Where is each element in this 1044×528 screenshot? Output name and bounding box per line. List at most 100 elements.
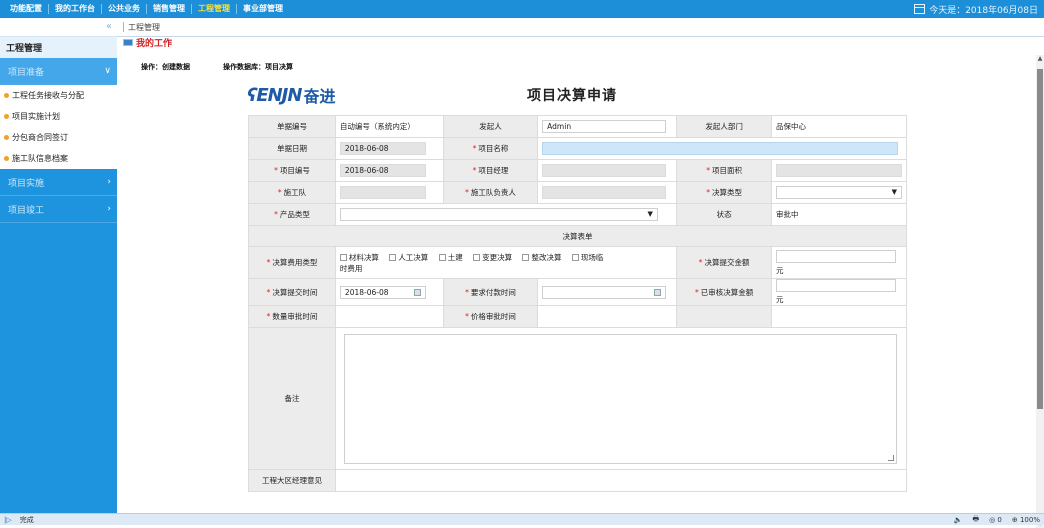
checkbox-onsite[interactable]: 现场临 (571, 252, 603, 263)
sidebar-item-label: 项目实施计划 (12, 112, 60, 121)
doc-date-field: 2018-06-08 (339, 142, 426, 155)
label-project-manager: * 项目经理 (442, 159, 539, 182)
status-bar: |▷ 完成 🔈 🖶 ◎ 0 ⊕ 100% (0, 513, 1044, 525)
submit-time-field[interactable]: 2018-06-08 (339, 285, 426, 299)
dropdown-arrow-icon: ▼ (647, 210, 653, 218)
project-name-field[interactable] (542, 142, 899, 155)
label-initiator-dept: 发起人部门 (676, 115, 772, 138)
project-area-field[interactable] (776, 164, 902, 177)
value-empty (771, 305, 907, 328)
checkbox-icon (438, 253, 446, 261)
scroll-up-icon[interactable]: ▲ (1036, 55, 1044, 63)
value-initiator-dept: 品保中心 (771, 115, 907, 138)
nav-item-sales[interactable]: 销售管理 (147, 4, 192, 14)
page-status-icon: |▷ (4, 515, 12, 524)
checkbox-icon (571, 253, 579, 261)
nav-item-public[interactable]: 公共业务 (102, 4, 147, 14)
vertical-scrollbar[interactable]: ▲ ▼ (1036, 55, 1044, 528)
label-submit-time: * 决算提交时间 (248, 278, 336, 306)
print-icon[interactable]: 🖶 (972, 515, 979, 526)
bullet-icon (4, 135, 9, 140)
date-display: 今天是：2018年06月08日 (914, 0, 1038, 18)
collapse-sidebar-icon[interactable]: « (0, 18, 117, 37)
payment-time-field[interactable] (542, 285, 667, 299)
sidebar-item-team-archive[interactable]: 施工队信息档案 (0, 148, 117, 169)
sidebar-item-task-assign[interactable]: 工程任务接收与分配 (0, 85, 117, 106)
top-nav: 功能配置 我的工作台 公共业务 销售管理 工程管理 事业部管理 (0, 0, 289, 18)
checkbox-wrap-text: 时费用 (339, 263, 363, 273)
my-work-header: 我的工作 (123, 36, 172, 49)
label-initiator: 发起人 (442, 115, 539, 138)
project-manager-field[interactable] (542, 164, 667, 177)
tab-bar: 工程管理 (117, 18, 1044, 37)
page-title: 项目决算申请 (527, 88, 617, 104)
form-row: 单据日期 2018-06-08 * 项目名称 (248, 137, 907, 160)
fee-type-checkboxes: 材料决算 人工决算 土建 变更决算 整改决算 现场临 时费用 (334, 246, 678, 279)
tab-engineering[interactable]: 工程管理 (128, 22, 160, 33)
main-content: 工程管理 我的工作 操作：创建数据 操作数据库：项目决算 ʕENJN 奋进 项目… (117, 18, 1044, 528)
checkbox-rectify[interactable]: 整改决算 (522, 252, 561, 263)
sidebar-section-implementation[interactable]: 项目实施 › (0, 169, 117, 196)
label-empty (676, 305, 772, 328)
form-row: * 决算提交时间 2018-06-08 * 要求付款时间 * 已审核决算金额 元 (248, 278, 907, 306)
checkbox-labor[interactable]: 人工决算 (389, 252, 428, 263)
top-nav-bar: 功能配置 我的工作台 公共业务 销售管理 工程管理 事业部管理 今天是：2018… (0, 0, 1044, 18)
label-settlement-type: * 决算类型 (676, 181, 772, 204)
construction-team-field[interactable] (339, 186, 426, 199)
sidebar: « 工程管理 项目准备 ∨ 工程任务接收与分配 项目实施计划 分包商合同签订 施… (0, 18, 117, 513)
nav-item-workbench[interactable]: 我的工作台 (49, 4, 102, 14)
zoom-level[interactable]: ⊕ 100% (1012, 516, 1040, 524)
label-price-approval-time: * 价格审批时间 (442, 305, 539, 328)
operation-label: 操作：创建数据 (141, 63, 190, 71)
company-logo: ʕENJN 奋进 (247, 83, 335, 107)
form-row: * 决算费用类型 材料决算 人工决算 土建 变更决算 整改决算 现场临 时费用 *… (248, 246, 907, 279)
checkbox-material[interactable]: 材料决算 (339, 252, 379, 263)
label-regional-manager-opinion: 工程大区经理意见 (248, 469, 336, 492)
database-label: 操作数据库：项目决算 (223, 63, 293, 71)
sidebar-item-plan[interactable]: 项目实施计划 (0, 106, 117, 127)
value-price-approval-time (537, 305, 678, 328)
speaker-icon[interactable]: 🔈 (954, 516, 963, 524)
status-text: 完成 (19, 515, 34, 524)
label-status: 状态 (676, 203, 772, 226)
checkbox-civil[interactable]: 土建 (438, 252, 463, 263)
settlement-form: 单据编号 自动编号（系统内定） 发起人 Admin 发起人部门 品保中心 单据日… (248, 115, 908, 492)
dropdown-arrow-icon: ▼ (891, 188, 897, 196)
sidebar-section-completion[interactable]: 项目竣工 › (0, 196, 117, 223)
label-submit-amount: * 决算提交金额 (676, 246, 772, 279)
sidebar-section-label: 项目竣工 (8, 205, 45, 216)
submit-amount-field[interactable] (776, 249, 896, 263)
window-icon (123, 39, 133, 46)
label-remarks: 备注 (248, 327, 336, 470)
form-row: * 产品类型 ▼ 状态 审批中 (248, 203, 907, 226)
calendar-icon[interactable] (654, 288, 662, 296)
logo-mark: ʕENJN (247, 84, 302, 106)
calendar-icon[interactable] (413, 288, 421, 296)
approved-amount-field[interactable] (776, 279, 896, 292)
label-project-number: * 项目编号 (248, 159, 336, 182)
nav-item-engineering[interactable]: 工程管理 (192, 4, 237, 14)
checkbox-change[interactable]: 变更决算 (473, 252, 512, 263)
bullet-icon (4, 114, 9, 119)
checkbox-icon (522, 253, 530, 261)
label-doc-date: 单据日期 (248, 137, 336, 160)
unit-yuan: 元 (776, 295, 784, 304)
form-row: 备注 (248, 327, 908, 470)
nav-item-config[interactable]: 功能配置 (4, 4, 49, 14)
sidebar-item-subcontract[interactable]: 分包商合同签订 (0, 127, 117, 148)
value-status: 审批中 (771, 203, 907, 226)
project-number-field: 2018-06-08 (339, 164, 426, 177)
initiator-field[interactable]: Admin (542, 120, 667, 133)
scrollbar-thumb[interactable] (1037, 69, 1043, 409)
label-project-name: * 项目名称 (442, 137, 539, 160)
label-project-area: * 项目面积 (676, 159, 772, 182)
product-type-select[interactable]: ▼ (339, 208, 658, 221)
settlement-type-select[interactable]: ▼ (776, 186, 902, 199)
sidebar-section-prep[interactable]: 项目准备 ∨ (0, 58, 117, 85)
remarks-textarea[interactable] (344, 333, 898, 464)
download-count[interactable]: ◎ 0 (989, 516, 1002, 524)
sidebar-items: 工程任务接收与分配 项目实施计划 分包商合同签订 施工队信息档案 (0, 85, 117, 169)
sidebar-item-label: 施工队信息档案 (12, 154, 68, 163)
nav-item-division[interactable]: 事业部管理 (237, 4, 289, 14)
team-leader-field[interactable] (542, 186, 667, 199)
